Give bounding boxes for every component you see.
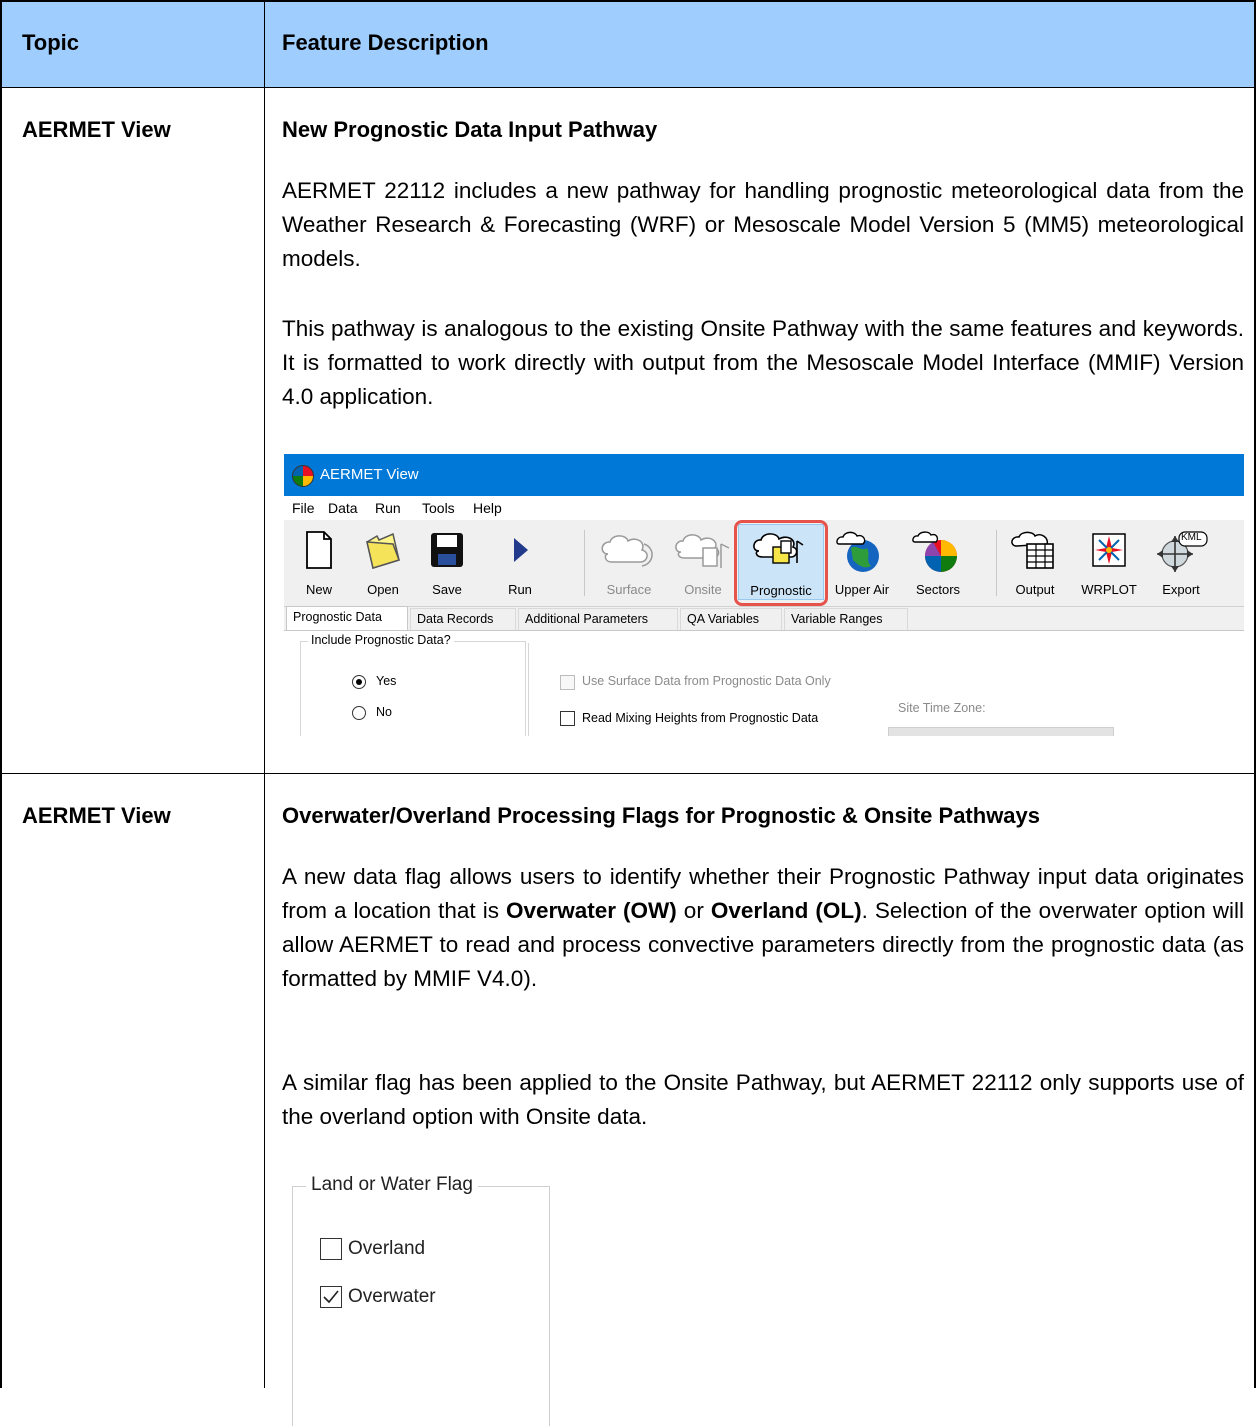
table-column-divider [264, 0, 265, 1388]
kml-badge: KML [1181, 532, 1202, 543]
no-radio-label: No [376, 705, 392, 719]
aermet-app-icon [292, 465, 314, 487]
overwater-label: Overwater [348, 1286, 436, 1307]
menu-file[interactable]: File [292, 500, 315, 516]
sectors-label: Sectors [915, 582, 961, 597]
output-table-icon [1011, 531, 1054, 569]
overland-label: Overland [348, 1238, 426, 1259]
row2-p1-bold-overland: Overland (OL) [710, 898, 862, 923]
menu-help[interactable]: Help [473, 500, 502, 516]
sectors-pie-icon [912, 531, 957, 572]
window-titlebar[interactable]: AERMET View [284, 454, 1244, 496]
yes-radio-label: Yes [376, 674, 397, 688]
output-button[interactable]: Output [1002, 526, 1068, 598]
land-water-flag-screenshot: Land or Water Flag Overland Overwater [284, 1158, 562, 1426]
onsite-label: Onsite [684, 582, 722, 597]
wrplot-windrose-icon [1092, 533, 1126, 567]
tab-data-records[interactable]: Data Records [410, 608, 516, 630]
row2-topic: AERMET View [22, 803, 171, 828]
toolbar-separator [584, 530, 585, 596]
sectors-button[interactable]: Sectors [904, 526, 972, 598]
row2-paragraph-1: A new data flag allows users to identify… [282, 860, 1244, 996]
overwater-checkbox[interactable] [320, 1286, 342, 1308]
output-label: Output [1015, 582, 1055, 597]
header-topic: Topic [22, 30, 80, 55]
new-document-icon [306, 531, 332, 569]
run-play-icon [514, 538, 528, 562]
surface-label: Surface [606, 582, 652, 597]
row2-paragraph-2: A similar flag has been applied to the O… [282, 1070, 1244, 1129]
site-time-zone-label: Site Time Zone: [898, 701, 986, 715]
tab-additional-parameters[interactable]: Additional Parameters [518, 608, 678, 630]
header-feature-description: Feature Description [282, 30, 489, 55]
run-button[interactable]: Run [490, 526, 550, 598]
table-header-divider [0, 87, 1256, 88]
table-row-divider [0, 773, 1256, 774]
row1-topic: AERMET View [22, 117, 171, 142]
new-label: New [305, 582, 332, 597]
checkmark-icon [323, 1290, 339, 1304]
open-folder-icon [366, 532, 400, 569]
use-surface-checkbox[interactable] [560, 675, 575, 690]
save-disk-icon [431, 533, 463, 567]
upper-air-globe-icon [836, 531, 879, 572]
open-button[interactable]: Open [352, 526, 414, 598]
row1-paragraph-2: This pathway is analogous to the existin… [282, 316, 1244, 409]
tab-strip: Prognostic Data Data Records Additional … [284, 606, 1244, 631]
prognostic-highlight-ring [734, 520, 828, 606]
table-header-background [1, 1, 1255, 87]
onsite-cloud-icon [675, 534, 730, 568]
yes-radio[interactable] [352, 675, 366, 689]
no-radio[interactable] [352, 706, 366, 720]
upper-air-label: Upper Air [834, 582, 890, 597]
include-prognostic-title: Include Prognostic Data? [308, 633, 454, 647]
land-water-title: Land or Water Flag [306, 1174, 478, 1196]
surface-cloud-icon [601, 535, 653, 567]
prognostic-data-panel: Include Prognostic Data? Yes No Use Surf… [284, 630, 1244, 736]
row2-p1-bold-overwater: Overwater (OW) [505, 898, 677, 923]
surface-button[interactable]: Surface [590, 526, 668, 598]
menu-data[interactable]: Data [328, 500, 358, 516]
save-label: Save [432, 582, 462, 597]
menu-tools[interactable]: Tools [422, 500, 455, 516]
panel-divider [528, 643, 529, 736]
new-button[interactable]: New [288, 526, 350, 598]
run-label: Run [508, 582, 532, 597]
table-border-top [0, 0, 1256, 2]
upper-air-button[interactable]: Upper Air [826, 526, 898, 598]
open-label: Open [367, 582, 399, 597]
read-mixing-label: Read Mixing Heights from Prognostic Data [582, 711, 819, 725]
table-border-left [0, 0, 2, 1388]
window-title: AERMET View [320, 466, 419, 483]
tab-prognostic-data[interactable]: Prognostic Data [286, 606, 408, 631]
overland-checkbox[interactable] [320, 1238, 342, 1260]
use-surface-label: Use Surface Data from Prognostic Data On… [582, 674, 831, 688]
site-time-zone-field[interactable] [888, 727, 1114, 736]
read-mixing-checkbox[interactable] [560, 711, 575, 726]
main-toolbar: New Open Save Run Surface Onsite Prognos… [284, 520, 1244, 607]
onsite-button[interactable]: Onsite [670, 526, 736, 598]
row2-feature-title: Overwater/Overland Processing Flags for … [282, 803, 1041, 828]
save-button[interactable]: Save [416, 526, 478, 598]
menu-run[interactable]: Run [375, 500, 401, 516]
wrplot-button[interactable]: WRPLOT [1072, 526, 1146, 598]
toolbar-separator-2 [996, 530, 997, 596]
row2-p1-text-or: or [676, 898, 711, 923]
row1-paragraph-1: AERMET 22112 includes a new pathway for … [282, 178, 1244, 271]
tab-qa-variables[interactable]: QA Variables [680, 608, 782, 630]
menu-bar: File Data Run Tools Help [284, 496, 1244, 520]
row1-feature-title: New Prognostic Data Input Pathway [282, 117, 658, 142]
tab-variable-ranges[interactable]: Variable Ranges [784, 608, 908, 630]
aermet-view-screenshot: AERMET View File Data Run Tools Help New… [284, 454, 1244, 736]
export-button[interactable]: KML Export [1146, 526, 1216, 598]
export-label: Export [1162, 582, 1200, 597]
wrplot-label: WRPLOT [1081, 582, 1137, 597]
include-prognostic-groupbox [300, 641, 526, 736]
